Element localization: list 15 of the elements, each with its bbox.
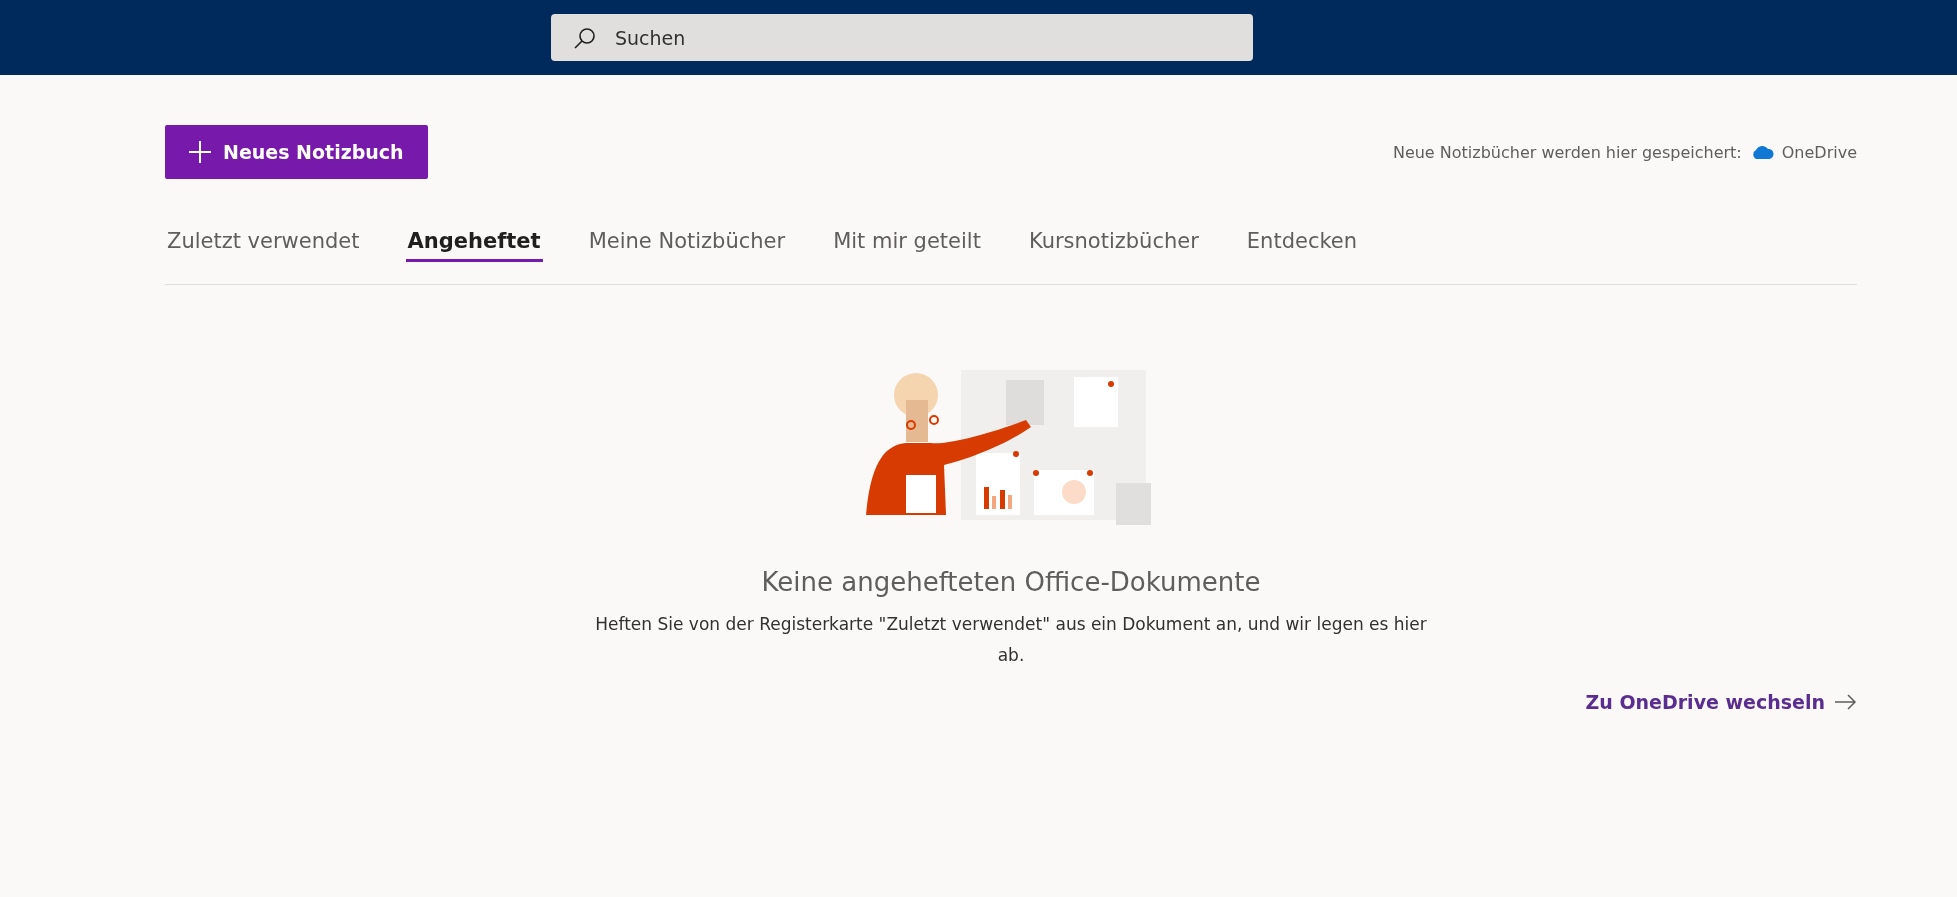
new-notebook-button[interactable]: Neues Notizbuch [165, 125, 428, 179]
empty-state-description: Heften Sie von der Registerkarte "Zuletzt verwendet" aus ein Dokument an, und wir legen es hier ab. [594, 613, 1428, 667]
tab[interactable]: Angeheftet [405, 229, 543, 262]
save-location-text: Neue Notizbücher werden hier gespeichert: [1392, 142, 1742, 162]
tab[interactable]: Zuletzt verwendet [165, 229, 362, 262]
arrow-right-icon [1835, 694, 1857, 710]
tab[interactable]: Mit mir geteilt [831, 229, 983, 262]
empty-state-title: Keine angehefteten Office-Dokumente [761, 567, 1261, 597]
tab[interactable]: Kursnotizbücher [1026, 229, 1201, 262]
onedrive-label: OneDrive [1781, 142, 1857, 162]
search-field[interactable]: Suchen [551, 14, 1253, 61]
tab[interactable]: Meine Notizbücher [586, 229, 788, 262]
onedrive-link[interactable]: Zu OneDrive wechseln [1585, 691, 1857, 713]
tab[interactable]: Entdecken [1244, 229, 1360, 262]
plus-icon [189, 141, 211, 163]
